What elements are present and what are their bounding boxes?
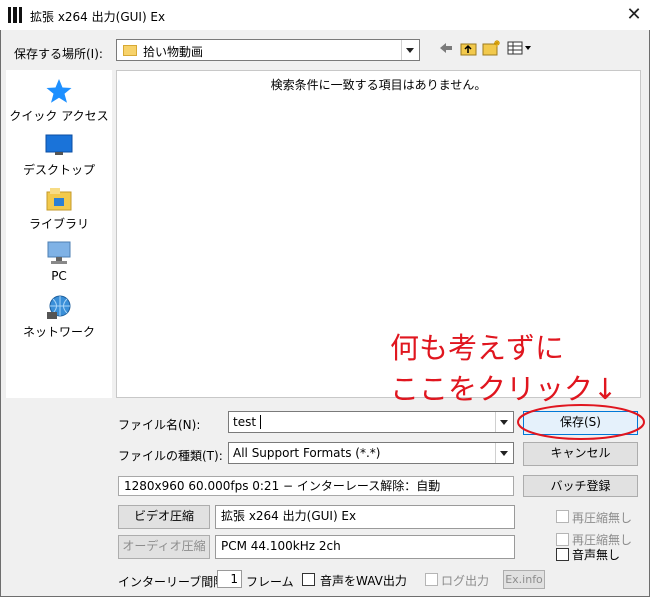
filetype-value: All Support Formats (*.*)	[233, 446, 381, 460]
close-button[interactable]: ✕	[622, 4, 646, 26]
chevron-down-icon[interactable]	[495, 443, 513, 463]
sidebar-item-quick-access[interactable]: クイック アクセス	[6, 78, 112, 124]
view-menu-icon[interactable]	[507, 40, 533, 56]
sidebar-item-pc[interactable]: PC	[6, 240, 112, 283]
exinfo-button[interactable]: Ex.info	[503, 570, 545, 589]
location-label: 保存する場所(I):	[14, 47, 103, 61]
sidebar-item-libraries[interactable]: ライブラリ	[6, 186, 112, 232]
log-output-label: ログ出力	[441, 574, 490, 588]
filename-label: ファイル名(N):	[118, 418, 201, 432]
filename-input[interactable]: test	[228, 411, 514, 433]
location-combobox[interactable]: 拾い物動画	[116, 39, 420, 61]
window-title: 拡張 x264 出力(GUI) Ex	[30, 10, 166, 24]
audio-compression-button[interactable]: オーディオ圧縮	[118, 535, 210, 559]
sidebar-item-label: ライブラリ	[28, 217, 89, 231]
cancel-button[interactable]: キャンセル	[523, 442, 638, 466]
no-audio-checkbox[interactable]	[556, 548, 569, 561]
sidebar-item-desktop[interactable]: デスクトップ	[6, 132, 112, 178]
folder-icon	[123, 45, 137, 56]
filetype-select[interactable]: All Support Formats (*.*)	[228, 442, 514, 464]
no-audio-label: 音声無し	[572, 548, 621, 562]
film-icon	[8, 7, 22, 23]
wav-output-label: 音声をWAV出力	[320, 574, 407, 588]
back-arrow-icon[interactable]	[438, 40, 454, 56]
star-icon	[45, 78, 73, 104]
sidebar-item-label: ネットワーク	[22, 325, 95, 339]
annotation-line-1: 何も考えずに	[390, 331, 565, 365]
video-info-summary: 1280x960 60.000fps 0:21 − インターレース解除：自動	[118, 476, 514, 496]
recompress-none-video-checkbox[interactable]	[556, 510, 569, 523]
video-compression-button[interactable]: ビデオ圧縮	[118, 505, 210, 529]
recompress-none-audio-checkbox[interactable]	[556, 533, 569, 546]
sidebar-item-label: PC	[51, 269, 67, 283]
empty-list-message: 検索条件に一致する項目はありません。	[270, 78, 487, 92]
new-folder-icon[interactable]	[482, 39, 502, 56]
log-output-checkbox[interactable]	[425, 573, 438, 586]
library-icon	[45, 186, 73, 212]
sidebar-item-label: デスクトップ	[22, 163, 95, 177]
filetype-label: ファイルの種類(T):	[118, 449, 223, 463]
network-icon	[45, 294, 73, 320]
places-bar: クイック アクセス デスクトップ ライブラリ PC ネットワーク	[6, 70, 112, 398]
recompress-none-video-label: 再圧縮無し	[572, 511, 633, 525]
annotation-ellipse	[517, 404, 645, 440]
text-cursor	[260, 415, 261, 429]
sidebar-item-network[interactable]: ネットワーク	[6, 294, 112, 340]
sidebar-item-label: クイック アクセス	[9, 109, 109, 123]
batch-register-button[interactable]: バッチ登録	[523, 475, 638, 497]
audio-codec-field: PCM 44.100kHz 2ch	[215, 535, 515, 559]
video-codec-field: 拡張 x264 出力(GUI) Ex	[215, 505, 515, 529]
pc-icon	[45, 240, 73, 266]
location-value: 拾い物動画	[143, 45, 204, 59]
desktop-icon	[45, 132, 73, 158]
interleave-unit: フレーム	[246, 575, 294, 589]
up-folder-icon[interactable]	[460, 40, 478, 56]
interleave-input[interactable]: 1	[217, 570, 242, 588]
wav-output-checkbox[interactable]	[302, 573, 315, 586]
chevron-down-icon[interactable]	[495, 412, 513, 432]
filename-value: test	[233, 415, 257, 429]
chevron-down-icon[interactable]	[401, 40, 419, 60]
